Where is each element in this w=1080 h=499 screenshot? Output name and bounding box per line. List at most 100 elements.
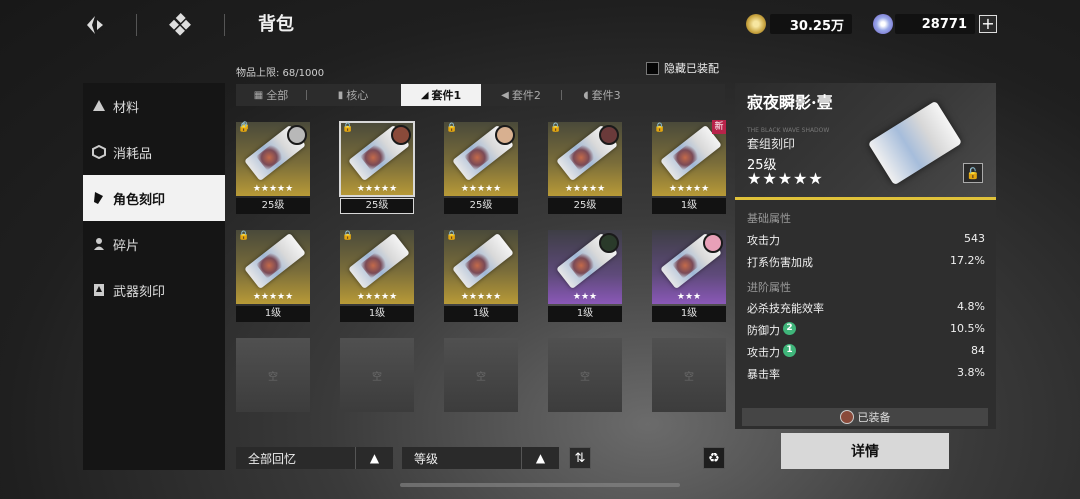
item-name: 寂夜瞬影·壹 bbox=[747, 93, 833, 112]
stat-value: 543 bbox=[964, 232, 985, 245]
character-avatar bbox=[287, 125, 307, 145]
top-bar: 背包 30.25万 28771 + bbox=[0, 0, 1080, 50]
inventory-capacity: 物品上限: 68/1000 bbox=[236, 68, 325, 79]
stat-row: 防御力 2 10.5% bbox=[747, 322, 985, 338]
imprint-card[interactable]: ★★★ 1级 bbox=[548, 230, 622, 322]
empty-slot-label: 空 bbox=[268, 372, 278, 383]
sidebar-item-materials[interactable]: 材料 bbox=[83, 83, 225, 129]
imprint-card[interactable]: ★★★★★ 25级 🔒 bbox=[236, 121, 310, 214]
imprint-card[interactable]: ★★★★★ 1级 bbox=[340, 230, 414, 322]
tab-label: 核心 bbox=[346, 89, 369, 102]
item-art bbox=[867, 100, 963, 186]
detail-header: 寂夜瞬影·壹 THE BLACK WAVE SHADOW 套组刻印 25级 ★★… bbox=[735, 83, 996, 200]
details-button[interactable]: 详情 bbox=[781, 433, 949, 469]
sidebar-item-label: 角色刻印 bbox=[113, 192, 166, 208]
sidebar-item-consumables[interactable]: 消耗品 bbox=[83, 129, 225, 175]
core-icon: ▮ bbox=[337, 89, 344, 101]
lock-icon: 🔒 bbox=[446, 231, 458, 241]
card-art: ★★★★★ bbox=[444, 230, 518, 304]
hide-equipped-toggle[interactable]: 隐藏已装配 bbox=[646, 60, 719, 76]
lock-icon: 🔒 bbox=[342, 123, 354, 133]
stat-name: 必杀技充能效率 bbox=[747, 302, 824, 315]
imprint-card-selected[interactable]: ★★★★★ 25级 bbox=[339, 121, 415, 214]
empty-slot-label: 空 bbox=[476, 372, 486, 383]
gem-amount: 28771 bbox=[895, 14, 975, 34]
hide-equipped-checkbox[interactable] bbox=[646, 61, 659, 75]
sidebar-item-fragment[interactable]: 碎片 bbox=[83, 221, 225, 267]
sidebar-item-character-imprint[interactable]: 角色刻印 bbox=[83, 175, 225, 221]
gold-currency[interactable]: 30.25万 bbox=[746, 13, 852, 35]
tab-kit3[interactable]: ◖ 套件3 bbox=[562, 84, 642, 106]
tab-core[interactable]: ▮ 核心 bbox=[307, 84, 399, 106]
stat-value: 17.2% bbox=[950, 254, 985, 267]
card-stars: ★★★★★ bbox=[668, 184, 710, 194]
sidebar-item-label: 消耗品 bbox=[113, 146, 153, 162]
gold-amount: 30.25万 bbox=[770, 14, 852, 34]
empty-slot-art: 空 bbox=[444, 338, 518, 412]
empty-slot: 空 bbox=[444, 338, 518, 430]
tab-label: 套件3 bbox=[591, 89, 621, 102]
card-level: 1级 bbox=[340, 306, 414, 322]
consumables-icon bbox=[91, 144, 107, 160]
stat-row: 暴击率 3.8% bbox=[747, 366, 985, 382]
card-level: 1级 bbox=[236, 306, 310, 322]
imprint-card[interactable]: ★★★★★ 1级 bbox=[444, 230, 518, 322]
imprint-card[interactable]: ★★★★★ 1级 bbox=[236, 230, 310, 322]
back-icon[interactable] bbox=[82, 12, 108, 38]
card-level: 25级 bbox=[340, 198, 414, 214]
lock-icon: 🔒 bbox=[238, 123, 250, 133]
card-level: 25级 bbox=[548, 198, 622, 214]
sort-asc-icon[interactable]: ▲ bbox=[521, 447, 559, 469]
weapon-imprint-icon bbox=[91, 282, 107, 298]
lock-icon: 🔒 bbox=[654, 123, 666, 133]
home-diamond-icon[interactable] bbox=[167, 12, 193, 38]
empty-slot: 空 bbox=[340, 338, 414, 430]
equipped-character-avatar bbox=[839, 410, 854, 424]
sidebar-item-weapon-imprint[interactable]: 武器刻印 bbox=[83, 267, 225, 313]
arrow-icon: ◀ bbox=[501, 89, 509, 101]
filter-dropdown[interactable]: 全部回忆 ▲ bbox=[236, 447, 393, 469]
stat-row: 必杀技充能效率 4.8% bbox=[747, 300, 985, 316]
tab-kit1[interactable]: ◢ 套件1 bbox=[401, 84, 481, 106]
hide-equipped-label: 隐藏已装配 bbox=[664, 62, 719, 75]
stat-value: 4.8% bbox=[957, 300, 985, 313]
filter-dropdown-label: 全部回忆 bbox=[248, 451, 297, 466]
imprint-card[interactable]: ★★★★★ 25级 bbox=[548, 122, 622, 214]
empty-slot-art: 空 bbox=[548, 338, 622, 412]
card-level: 1级 bbox=[652, 198, 726, 214]
divider bbox=[224, 14, 225, 36]
sort-dropdown[interactable]: 等级 ▲ bbox=[402, 447, 559, 469]
card-art: ★★★★★ bbox=[340, 230, 414, 304]
imprint-card[interactable]: ★★★★★ 1级 新 bbox=[652, 120, 726, 214]
stat-name: 暴击率 bbox=[747, 368, 780, 381]
fragment-icon bbox=[91, 236, 107, 252]
lock-icon: 🔒 bbox=[550, 123, 562, 133]
imprint-card[interactable]: ★★★★★ 25级 bbox=[444, 122, 518, 214]
card-art: ★★★ bbox=[548, 230, 622, 304]
card-level: 1级 bbox=[548, 306, 622, 322]
stat-name: 防御力 bbox=[747, 324, 780, 337]
upgrade-count-badge: 1 bbox=[783, 344, 796, 357]
gem-currency[interactable]: 28771 + bbox=[873, 13, 997, 35]
empty-slot: 空 bbox=[548, 338, 622, 430]
tab-all[interactable]: ▦ 全部 bbox=[236, 84, 306, 106]
basic-attributes-title: 基础属性 bbox=[747, 212, 791, 225]
card-level: 25级 bbox=[444, 198, 518, 214]
card-stars: ★★★★★ bbox=[252, 292, 294, 302]
character-avatar bbox=[703, 233, 723, 253]
card-stars: ★★★★★ bbox=[564, 184, 606, 194]
page-title: 背包 bbox=[258, 14, 294, 35]
recycle-button[interactable]: ♻ bbox=[703, 447, 725, 469]
sort-asc-icon[interactable]: ▲ bbox=[355, 447, 393, 469]
imprint-card[interactable]: ★★★ 1级 bbox=[652, 230, 726, 322]
card-level: 1级 bbox=[444, 306, 518, 322]
materials-icon bbox=[91, 98, 107, 114]
character-avatar bbox=[495, 125, 515, 145]
tab-kit2[interactable]: ◀ 套件2 bbox=[481, 84, 561, 106]
swap-order-button[interactable]: ⇅ bbox=[569, 447, 591, 469]
unlock-icon[interactable]: 🔓 bbox=[963, 163, 983, 183]
item-type: 套组刻印 bbox=[747, 137, 796, 151]
sort-dropdown-label: 等级 bbox=[414, 451, 439, 466]
add-currency-button[interactable]: + bbox=[979, 15, 997, 33]
blade-art bbox=[348, 232, 410, 290]
